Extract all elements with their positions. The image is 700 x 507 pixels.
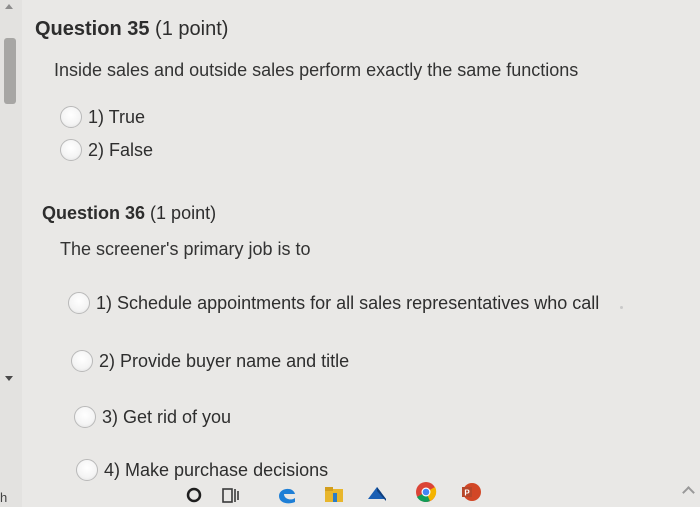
q36-option-2[interactable]: 2) Provide buyer name and title bbox=[71, 350, 349, 372]
edge-letter: h bbox=[0, 490, 8, 505]
question-36-number: Question 36 bbox=[42, 203, 146, 223]
task-view-icon[interactable] bbox=[222, 487, 242, 507]
scroll-up-arrow-icon[interactable] bbox=[5, 4, 13, 9]
svg-text:P: P bbox=[464, 489, 470, 498]
q36-option-3-radio[interactable] bbox=[74, 406, 96, 428]
cortana-search-icon[interactable] bbox=[186, 487, 202, 507]
q35-option-1-label[interactable]: 1) True bbox=[88, 107, 145, 128]
q35-option-2-label[interactable]: 2) False bbox=[88, 140, 153, 161]
q35-option-1-radio[interactable] bbox=[60, 106, 82, 128]
q36-option-2-label[interactable]: 2) Provide buyer name and title bbox=[99, 351, 349, 372]
question-35-text: Inside sales and outside sales perform e… bbox=[54, 60, 579, 80]
mail-icon[interactable] bbox=[366, 483, 388, 507]
q36-option-2-radio[interactable] bbox=[71, 350, 93, 372]
question-35-number: Question 35 bbox=[35, 18, 150, 40]
q36-option-3[interactable]: 3) Get rid of you bbox=[74, 406, 231, 428]
scroll-thumb[interactable] bbox=[4, 38, 16, 104]
powerpoint-icon[interactable]: P bbox=[460, 481, 482, 507]
q36-option-4-radio[interactable] bbox=[76, 459, 98, 481]
q36-option-1-label[interactable]: 1) Schedule appointments for all sales r… bbox=[96, 293, 599, 314]
question-36-title: Question 36 (1 point) bbox=[42, 203, 216, 224]
scroll-down-arrow-icon[interactable] bbox=[5, 376, 13, 381]
chrome-icon[interactable] bbox=[415, 481, 437, 507]
question-36-text: The screener's primary job is to bbox=[60, 239, 311, 259]
edge-icon[interactable] bbox=[276, 484, 298, 507]
file-explorer-icon[interactable] bbox=[323, 484, 345, 507]
q36-option-3-label[interactable]: 3) Get rid of you bbox=[102, 407, 231, 428]
question-35-points: (1 point) bbox=[155, 18, 229, 40]
q36-option-4-label[interactable]: 4) Make purchase decisions bbox=[104, 460, 328, 481]
stray-dot bbox=[620, 306, 623, 309]
question-36-points: (1 point) bbox=[150, 203, 217, 223]
q36-option-1[interactable]: 1) Schedule appointments for all sales r… bbox=[68, 292, 599, 314]
left-scrollbar[interactable] bbox=[0, 0, 22, 507]
q36-option-1-radio[interactable] bbox=[68, 292, 90, 314]
q36-option-4[interactable]: 4) Make purchase decisions bbox=[76, 459, 328, 481]
q35-option-2-radio[interactable] bbox=[60, 139, 82, 161]
q35-option-2[interactable]: 2) False bbox=[60, 139, 153, 161]
question-35-title: Question 35 (1 point) bbox=[35, 18, 228, 41]
show-hidden-icons-chevron-icon[interactable] bbox=[682, 486, 695, 499]
q35-option-1[interactable]: 1) True bbox=[60, 106, 145, 128]
